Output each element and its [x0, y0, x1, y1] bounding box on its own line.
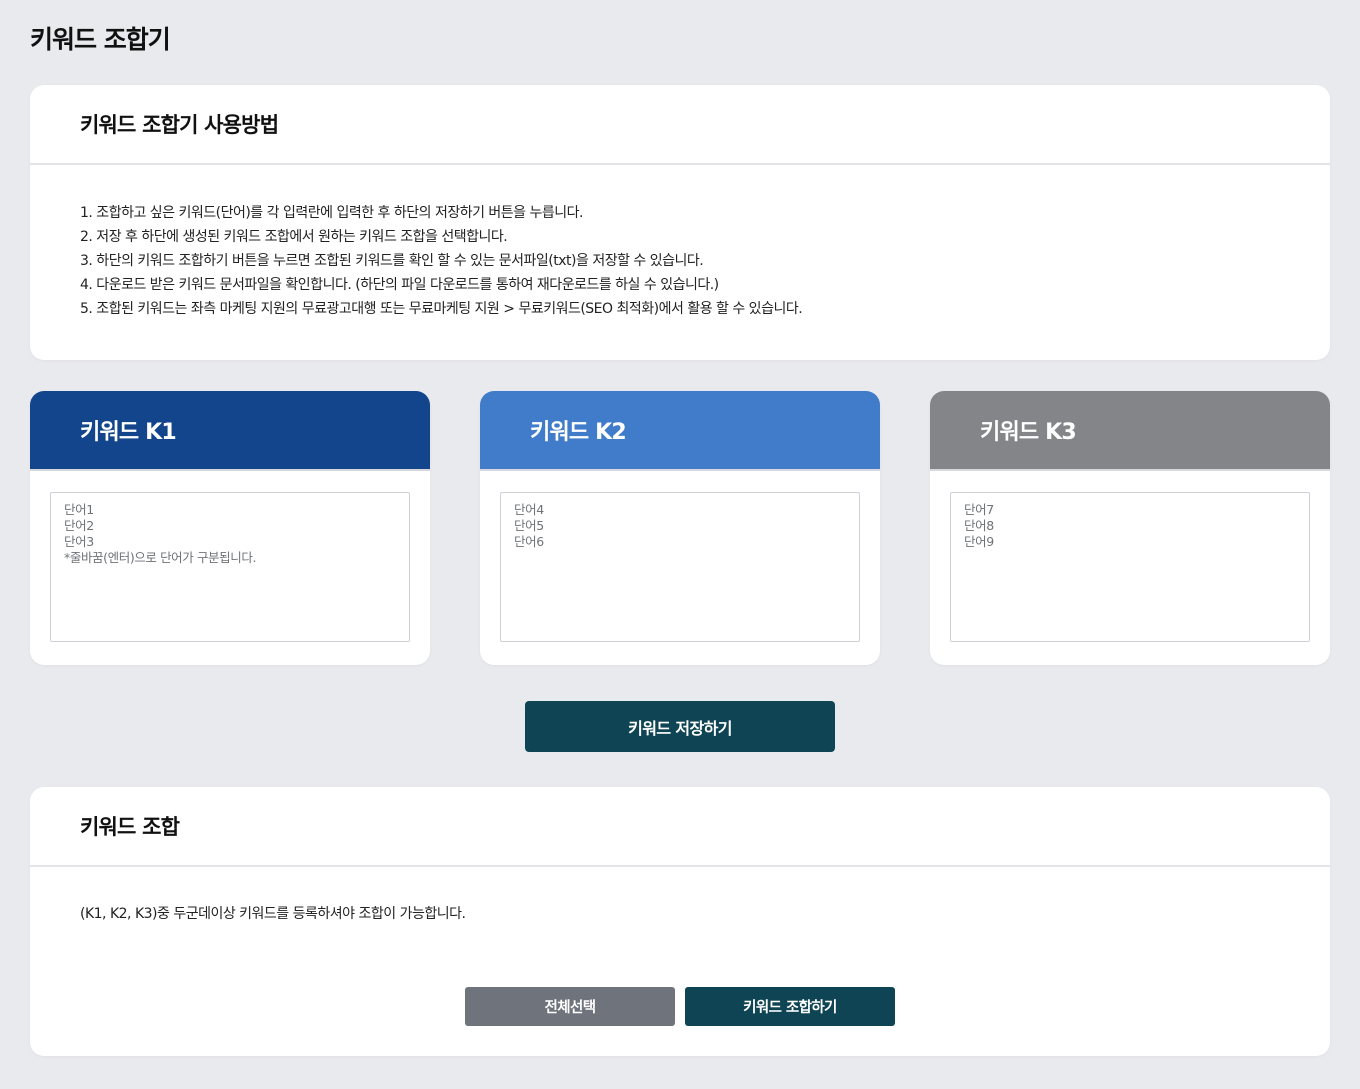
keyword-k1-input[interactable]: [50, 492, 410, 642]
howto-steps: 1. 조합하고 싶은 키워드(단어)를 각 입력란에 입력한 후 하단의 저장하…: [30, 165, 1330, 321]
howto-step: 1. 조합하고 싶은 키워드(단어)를 각 입력란에 입력한 후 하단의 저장하…: [80, 205, 583, 221]
howto-step: 3. 하단의 키워드 조합하기 버튼을 누르면 조합된 키워드를 확인 할 수 …: [80, 253, 704, 269]
combination-card: 키워드 조합 (K1, K2, K3)중 두군데이상 키워드를 등록하셔야 조합…: [30, 787, 1330, 1056]
keyword-k2-input[interactable]: [500, 492, 860, 642]
howto-step: 2. 저장 후 하단에 생성된 키워드 조합에서 원하는 키워드 조합을 선택합…: [80, 229, 508, 245]
combination-note: (K1, K2, K3)중 두군데이상 키워드를 등록하셔야 조합이 가능합니다…: [80, 906, 466, 922]
howto-step: 4. 다운로드 받은 키워드 문서파일을 확인합니다. (하단의 파일 다운로드…: [80, 277, 719, 293]
howto-step: 5. 조합된 키워드는 좌측 마케팅 지원의 무료광고대행 또는 무료마케팅 지…: [80, 301, 803, 317]
keyword-k3-title: 키워드 K3: [930, 391, 1330, 471]
keyword-k1-title: 키워드 K1: [30, 391, 430, 471]
keyword-k1-card: 키워드 K1: [30, 391, 430, 665]
howto-card: 키워드 조합기 사용방법 1. 조합하고 싶은 키워드(단어)를 각 입력란에 …: [30, 85, 1330, 360]
select-all-button[interactable]: 전체선택: [465, 987, 675, 1026]
combine-keywords-button[interactable]: 키워드 조합하기: [685, 987, 895, 1026]
page-title: 키워드 조합기: [30, 25, 171, 54]
save-keywords-button[interactable]: 키워드 저장하기: [525, 701, 835, 752]
keyword-k3-input[interactable]: [950, 492, 1310, 642]
keyword-k3-card: 키워드 K3: [930, 391, 1330, 665]
keyword-k2-card: 키워드 K2: [480, 391, 880, 665]
howto-title: 키워드 조합기 사용방법: [30, 85, 1330, 165]
combination-title: 키워드 조합: [30, 787, 1330, 867]
keyword-k2-title: 키워드 K2: [480, 391, 880, 471]
